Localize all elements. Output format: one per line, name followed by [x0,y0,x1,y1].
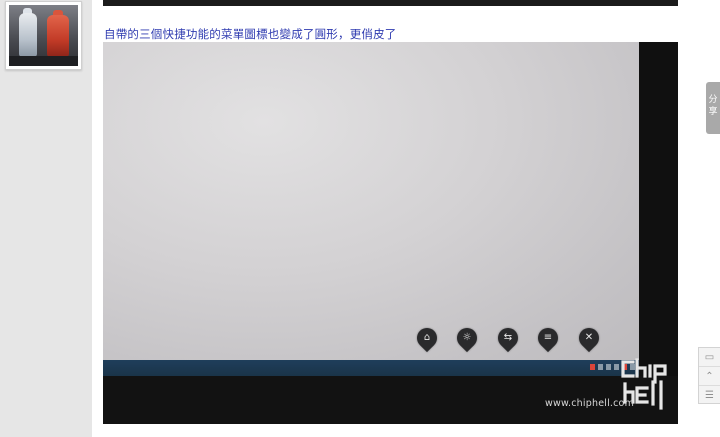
avatar-figure-red [47,15,69,57]
watermark-url: www.chiphell.com [545,398,635,409]
floating-toolbar: ▭ ⌃ ☰ [698,347,720,404]
list-icon[interactable]: ☰ [699,386,720,405]
tray-icon [606,364,611,370]
share-tab[interactable]: 分享 [706,82,720,134]
tray-icon [598,364,603,370]
comment-icon[interactable]: ▭ [699,348,720,367]
osd-source-icon: ⇆ [493,323,523,353]
monitor-screen [103,42,639,360]
avatar-image [9,5,78,66]
osd-input-icon: ⌂ [412,323,442,353]
avatar-base [9,56,78,66]
post-caption: 自帶的三個快捷功能的菜單圖標也變成了圓形，更俏皮了 [104,27,397,41]
tray-icon [590,364,595,370]
osd-glyph: ⌂ [423,332,431,343]
avatar[interactable] [5,1,82,70]
osd-glyph: ☼ [462,332,472,343]
post-photo[interactable]: ⌂ ☼ ⇆ ≡ ✕ www.chiphell.com [103,42,678,424]
back-to-top-icon[interactable]: ⌃ [699,367,720,386]
previous-photo-edge [103,0,678,6]
post-author-column [0,0,92,437]
osd-brightness-icon: ☼ [452,323,482,353]
osd-glyph: ≡ [543,332,553,343]
osd-glyph: ✕ [584,332,594,343]
monitor-taskbar [103,360,639,376]
avatar-figure-white [19,13,37,57]
osd-menu-icon: ≡ [533,323,563,353]
osd-close-icon: ✕ [574,323,604,353]
tray-icon [614,364,619,370]
osd-glyph: ⇆ [503,332,513,343]
monitor-bezel-right [639,42,678,360]
